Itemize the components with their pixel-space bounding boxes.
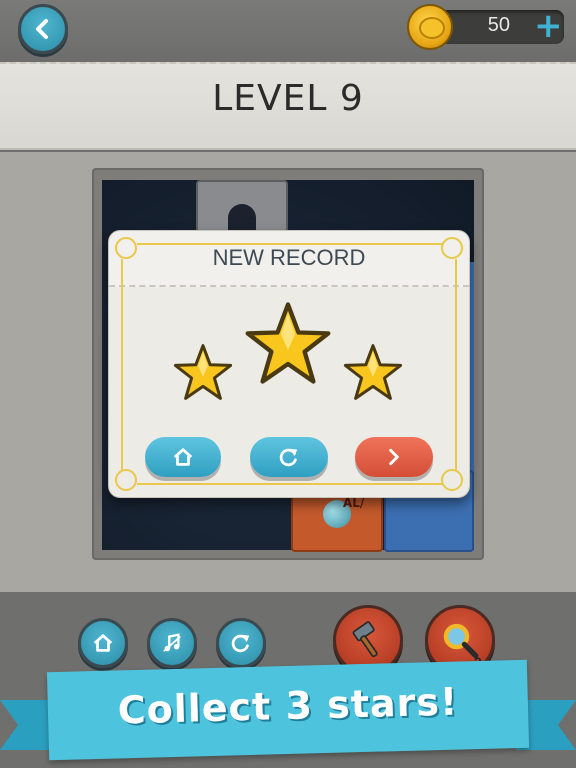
corner-ornament — [115, 237, 137, 259]
coin-icon — [407, 4, 453, 50]
add-coins-button[interactable]: + — [534, 6, 563, 46]
popup-title: NEW RECORD — [212, 245, 366, 270]
coin-count: 50 — [487, 14, 510, 36]
goal-tile-label: AL/ — [343, 496, 365, 510]
popup-home-button[interactable] — [145, 437, 221, 477]
popup-border — [121, 259, 123, 471]
home-icon — [173, 448, 193, 466]
chevron-left-icon — [36, 19, 48, 39]
home-icon — [93, 634, 113, 652]
level-complete-popup: NEW RECORD — [108, 230, 470, 498]
restart-icon — [279, 448, 298, 467]
next-icon — [389, 448, 399, 466]
music-button[interactable] — [147, 618, 197, 668]
popup-border — [455, 259, 457, 471]
corner-ornament — [115, 469, 137, 491]
popup-restart-button[interactable] — [250, 437, 328, 477]
hammer-icon — [352, 621, 378, 658]
star-icon — [173, 344, 233, 400]
plus-icon: + — [534, 6, 563, 46]
music-icon — [163, 633, 181, 652]
home-button[interactable] — [78, 618, 128, 668]
goal-tile[interactable]: AL/ — [291, 490, 383, 552]
popup-border — [137, 243, 443, 245]
restart-icon — [231, 634, 250, 653]
level-title: LEVEL 9 — [212, 78, 364, 119]
restart-button[interactable] — [216, 618, 266, 668]
star-icon — [245, 302, 331, 384]
popup-next-button[interactable] — [355, 437, 433, 477]
corner-ornament — [441, 469, 463, 491]
star-icon — [343, 344, 403, 400]
corner-ornament — [441, 237, 463, 259]
back-button[interactable] — [18, 4, 68, 54]
popup-border — [137, 483, 443, 485]
